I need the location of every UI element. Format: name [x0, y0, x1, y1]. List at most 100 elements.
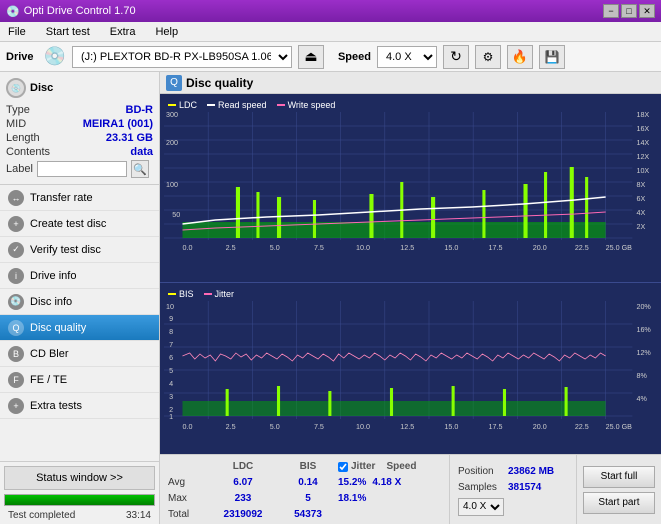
maximize-button[interactable]: □ — [621, 4, 637, 18]
max-bis: 5 — [278, 491, 338, 507]
nav-create-test-disc[interactable]: + Create test disc — [0, 211, 159, 237]
menu-start-test[interactable]: Start test — [42, 25, 94, 39]
disc-type-value: BD-R — [126, 104, 154, 116]
svg-text:8%: 8% — [636, 372, 647, 380]
svg-text:7.5: 7.5 — [314, 244, 324, 252]
disc-label-row: Label 🔍 — [6, 160, 153, 178]
burn-button[interactable]: 🔥 — [507, 45, 533, 69]
svg-text:50: 50 — [172, 211, 180, 219]
svg-text:17.5: 17.5 — [489, 244, 503, 252]
svg-text:8: 8 — [169, 328, 173, 336]
menu-file[interactable]: File — [4, 25, 30, 39]
disc-label-input[interactable] — [37, 161, 127, 177]
avg-speed: 4.18 X — [372, 475, 401, 491]
speed-target-select[interactable]: 4.0 X — [458, 498, 504, 516]
nav-disc-quality[interactable]: Q Disc quality — [0, 315, 159, 341]
legend-ldc: LDC — [168, 100, 197, 110]
legend-jitter: Jitter — [204, 289, 235, 299]
nav-verify-icon: ✓ — [8, 242, 24, 258]
quality-header: Q Disc quality — [160, 72, 661, 94]
start-full-button[interactable]: Start full — [583, 466, 655, 488]
status-area: Status window >> Test completed 33:14 — [0, 461, 159, 524]
start-part-button[interactable]: Start part — [583, 492, 655, 514]
chart2-legend: BIS Jitter — [164, 287, 657, 301]
nav-drive-info[interactable]: i Drive info — [0, 263, 159, 289]
minimize-button[interactable]: − — [603, 4, 619, 18]
eject-button[interactable]: ⏏ — [298, 45, 324, 69]
disc-icon: 💿 — [6, 78, 26, 98]
disc-mid-value: MEIRA1 (001) — [83, 118, 153, 130]
refresh-button[interactable]: ↻ — [443, 45, 469, 69]
app-icon: 💿 — [6, 5, 20, 18]
svg-text:14X: 14X — [636, 139, 649, 147]
nav-transfer-rate-label: Transfer rate — [30, 192, 93, 204]
svg-text:12%: 12% — [636, 349, 651, 357]
legend-jitter-dot — [204, 293, 212, 295]
svg-text:4X: 4X — [636, 209, 645, 217]
svg-text:5.0: 5.0 — [270, 244, 280, 252]
disc-label-label: Label — [6, 163, 33, 175]
nav-fe-te-icon: F — [8, 372, 24, 388]
drive-select[interactable]: (J:) PLEXTOR BD-R PX-LB950SA 1.06 — [72, 46, 292, 68]
samples-value: 381574 — [508, 480, 568, 496]
nav-extra-tests[interactable]: + Extra tests — [0, 393, 159, 419]
max-jitter: 18.1% — [338, 491, 366, 507]
progress-bar-container — [4, 494, 155, 506]
status-window-button[interactable]: Status window >> — [4, 466, 155, 490]
svg-text:7.5: 7.5 — [314, 423, 324, 431]
nav-disc-quality-label: Disc quality — [30, 322, 86, 334]
disc-mid-row: MID MEIRA1 (001) — [6, 118, 153, 130]
nav-cd-bler-label: CD Bler — [30, 348, 69, 360]
svg-text:10: 10 — [166, 303, 174, 311]
nav-fe-te-label: FE / TE — [30, 374, 67, 386]
legend-readspeed-dot — [207, 104, 215, 106]
avg-bis: 0.14 — [278, 475, 338, 491]
nav-disc-info-label: Disc info — [30, 296, 72, 308]
nav-fe-te[interactable]: F FE / TE — [0, 367, 159, 393]
charts-area: LDC Read speed Write speed — [160, 94, 661, 454]
svg-text:5.0: 5.0 — [270, 423, 280, 431]
disc-length-row: Length 23.31 GB — [6, 132, 153, 144]
svg-text:1: 1 — [169, 413, 173, 421]
svg-text:6X: 6X — [636, 195, 645, 203]
sidebar: 💿 Disc Type BD-R MID MEIRA1 (001) Length… — [0, 72, 160, 524]
svg-text:25.0 GB: 25.0 GB — [606, 244, 633, 252]
settings-button[interactable]: ⚙ — [475, 45, 501, 69]
disc-label-button[interactable]: 🔍 — [131, 160, 149, 178]
status-text: Test completed — [4, 509, 79, 523]
nav-transfer-rate[interactable]: ↔ Transfer rate — [0, 185, 159, 211]
svg-text:2.5: 2.5 — [226, 244, 236, 252]
svg-text:12.5: 12.5 — [400, 244, 414, 252]
samples-label: Samples — [458, 480, 508, 496]
save-button[interactable]: 💾 — [539, 45, 565, 69]
time-text: 33:14 — [122, 509, 155, 523]
title-bar-controls: − □ ✕ — [603, 4, 655, 18]
svg-text:3: 3 — [169, 393, 173, 401]
chart2-container: BIS Jitter — [160, 282, 661, 454]
nav-create-icon: + — [8, 216, 24, 232]
nav-disc-info[interactable]: 💿 Disc info — [0, 289, 159, 315]
disc-contents-row: Contents data — [6, 146, 153, 158]
svg-text:8X: 8X — [636, 181, 645, 189]
svg-text:10.0: 10.0 — [356, 423, 370, 431]
nav-verify-test-disc[interactable]: ✓ Verify test disc — [0, 237, 159, 263]
speed-select[interactable]: 4.0 X — [377, 46, 437, 68]
svg-text:22.5: 22.5 — [575, 423, 589, 431]
button-area: Start full Start part — [576, 455, 661, 524]
svg-text:16%: 16% — [636, 326, 651, 334]
svg-text:0.0: 0.0 — [182, 244, 192, 252]
disc-panel: 💿 Disc Type BD-R MID MEIRA1 (001) Length… — [0, 72, 159, 185]
jitter-checkbox[interactable] — [338, 462, 348, 472]
max-label: Max — [168, 491, 208, 507]
nav-cd-bler[interactable]: B CD Bler — [0, 341, 159, 367]
legend-ldc-dot — [168, 104, 176, 106]
svg-text:0.0: 0.0 — [182, 423, 192, 431]
svg-text:2.5: 2.5 — [226, 423, 236, 431]
stats-bar: LDC BIS Jitter Speed Avg 6.07 0.14 15.2% — [160, 454, 661, 524]
svg-text:9: 9 — [169, 315, 173, 323]
close-button[interactable]: ✕ — [639, 4, 655, 18]
menu-extra[interactable]: Extra — [106, 25, 140, 39]
chart1-svg: 300 200 100 50 18X 16X 14X 12X 10X 8X 6X… — [164, 112, 657, 252]
stats-speed-header: Speed — [386, 459, 416, 475]
menu-help[interactable]: Help — [151, 25, 182, 39]
